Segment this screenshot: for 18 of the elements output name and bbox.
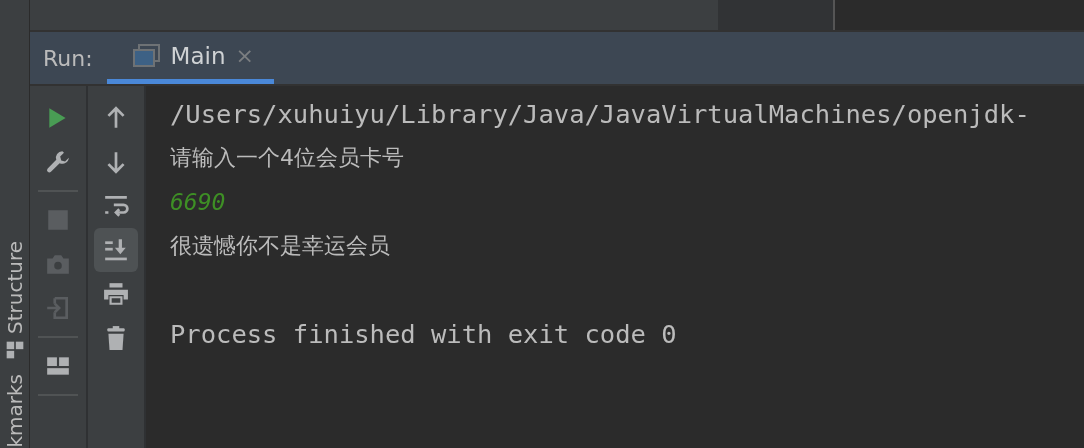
console-line: 很遗憾你不是幸运会员: [170, 232, 391, 260]
wrench-icon: [45, 149, 71, 175]
run-tab[interactable]: Main ×: [106, 32, 274, 84]
stop-icon: [45, 207, 71, 233]
bookmarks-tab[interactable]: kmarks: [4, 374, 25, 448]
run-label: Run:: [42, 45, 94, 71]
soft-wrap-icon: [103, 193, 129, 219]
window-icon: [132, 43, 161, 68]
structure-tab[interactable]: Structure: [4, 241, 25, 335]
console-line: /Users/xuhuiyu/Library/Java/JavaVirtualMachines/openjdk-: [170, 98, 1031, 131]
console-line: 6690: [170, 188, 227, 217]
console-line: 请输入一个4位会员卡号: [170, 144, 405, 172]
structure-icon: [4, 340, 25, 361]
console-line: Process finished with exit code 0: [170, 318, 678, 351]
scroll-to-end-button[interactable]: [94, 228, 138, 272]
print-icon: [103, 281, 129, 307]
scroll-to-end-icon: [103, 237, 129, 263]
enter-icon: [45, 295, 71, 321]
